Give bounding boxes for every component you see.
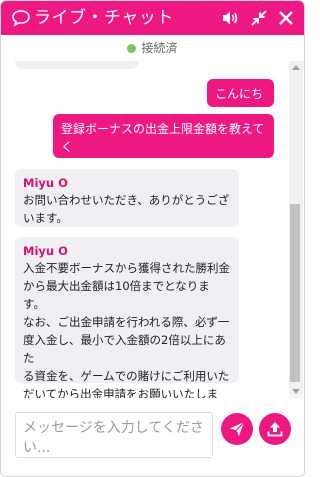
- agent-message: Miyu O 入金不要ボーナスから獲得された勝利金 から最大出金額は10倍までと…: [15, 237, 239, 398]
- agent-message-text: る資金を、ゲームでの賭けにご利用いた: [23, 369, 230, 383]
- upload-button[interactable]: [259, 413, 291, 445]
- message-bubble-partial: [15, 61, 139, 69]
- agent-message-text: 度入金し、最小で入金額の2倍以上にあた: [23, 333, 226, 365]
- chat-window: ライブ・チャット 接続済 こんにちは 登録ボーナスの出金上限金額を教えてく ださ…: [0, 0, 305, 477]
- message-input-placeholder: い...: [23, 440, 51, 456]
- chat-title: ライブ・チャット: [34, 8, 174, 28]
- scrollbar-thumb[interactable]: [290, 204, 300, 382]
- agent-message-text: だいてから出金申請をお願いいたしま: [23, 387, 219, 398]
- chat-header: ライブ・チャット: [1, 1, 304, 35]
- agent-message: Miyu O お問い合わせいただき、ありがとうござ います。: [15, 169, 239, 227]
- chat-bubble-icon: [12, 10, 30, 27]
- composer: メッセージを入力してくださ い...: [1, 398, 304, 476]
- message-input[interactable]: メッセージを入力してくださ い...: [15, 412, 213, 458]
- agent-message-text: から最大出金額は10倍までとなります。: [23, 279, 210, 311]
- message-list: こんにちは 登録ボーナスの出金上限金額を教えてく ださい Miyu O お問い合…: [1, 61, 289, 398]
- upload-icon: [267, 422, 283, 437]
- status-dot-icon: [127, 44, 137, 53]
- agent-message-text: なお、ご出金申請を行われる際、必ず一: [23, 315, 230, 329]
- message-input-placeholder: メッセージを入力してくださ: [23, 420, 204, 436]
- user-message: 登録ボーナスの出金上限金額を教えてく ださい: [53, 114, 274, 172]
- send-button[interactable]: [221, 413, 253, 445]
- close-icon[interactable]: [276, 8, 296, 28]
- agent-message-text: 入金不要ボーナスから獲得された勝利金: [23, 261, 230, 275]
- agent-name: Miyu O: [23, 244, 68, 258]
- connection-status-bar: 接続済: [1, 35, 304, 62]
- agent-name: Miyu O: [23, 176, 68, 190]
- minimize-icon[interactable]: [249, 8, 269, 28]
- scroll-up-arrow-icon[interactable]: [292, 65, 300, 70]
- user-message-text: 登録ボーナスの出金上限金額を教えてく: [61, 122, 265, 154]
- agent-message-text: お問い合わせいただき、ありがとうござ: [23, 193, 230, 207]
- volume-icon[interactable]: [220, 8, 240, 28]
- send-icon: [230, 421, 245, 436]
- agent-message-text: います。: [23, 211, 68, 225]
- scroll-down-arrow-icon[interactable]: [292, 389, 300, 394]
- status-text: 接続済: [141, 41, 178, 55]
- user-message: こんにちは: [207, 79, 274, 119]
